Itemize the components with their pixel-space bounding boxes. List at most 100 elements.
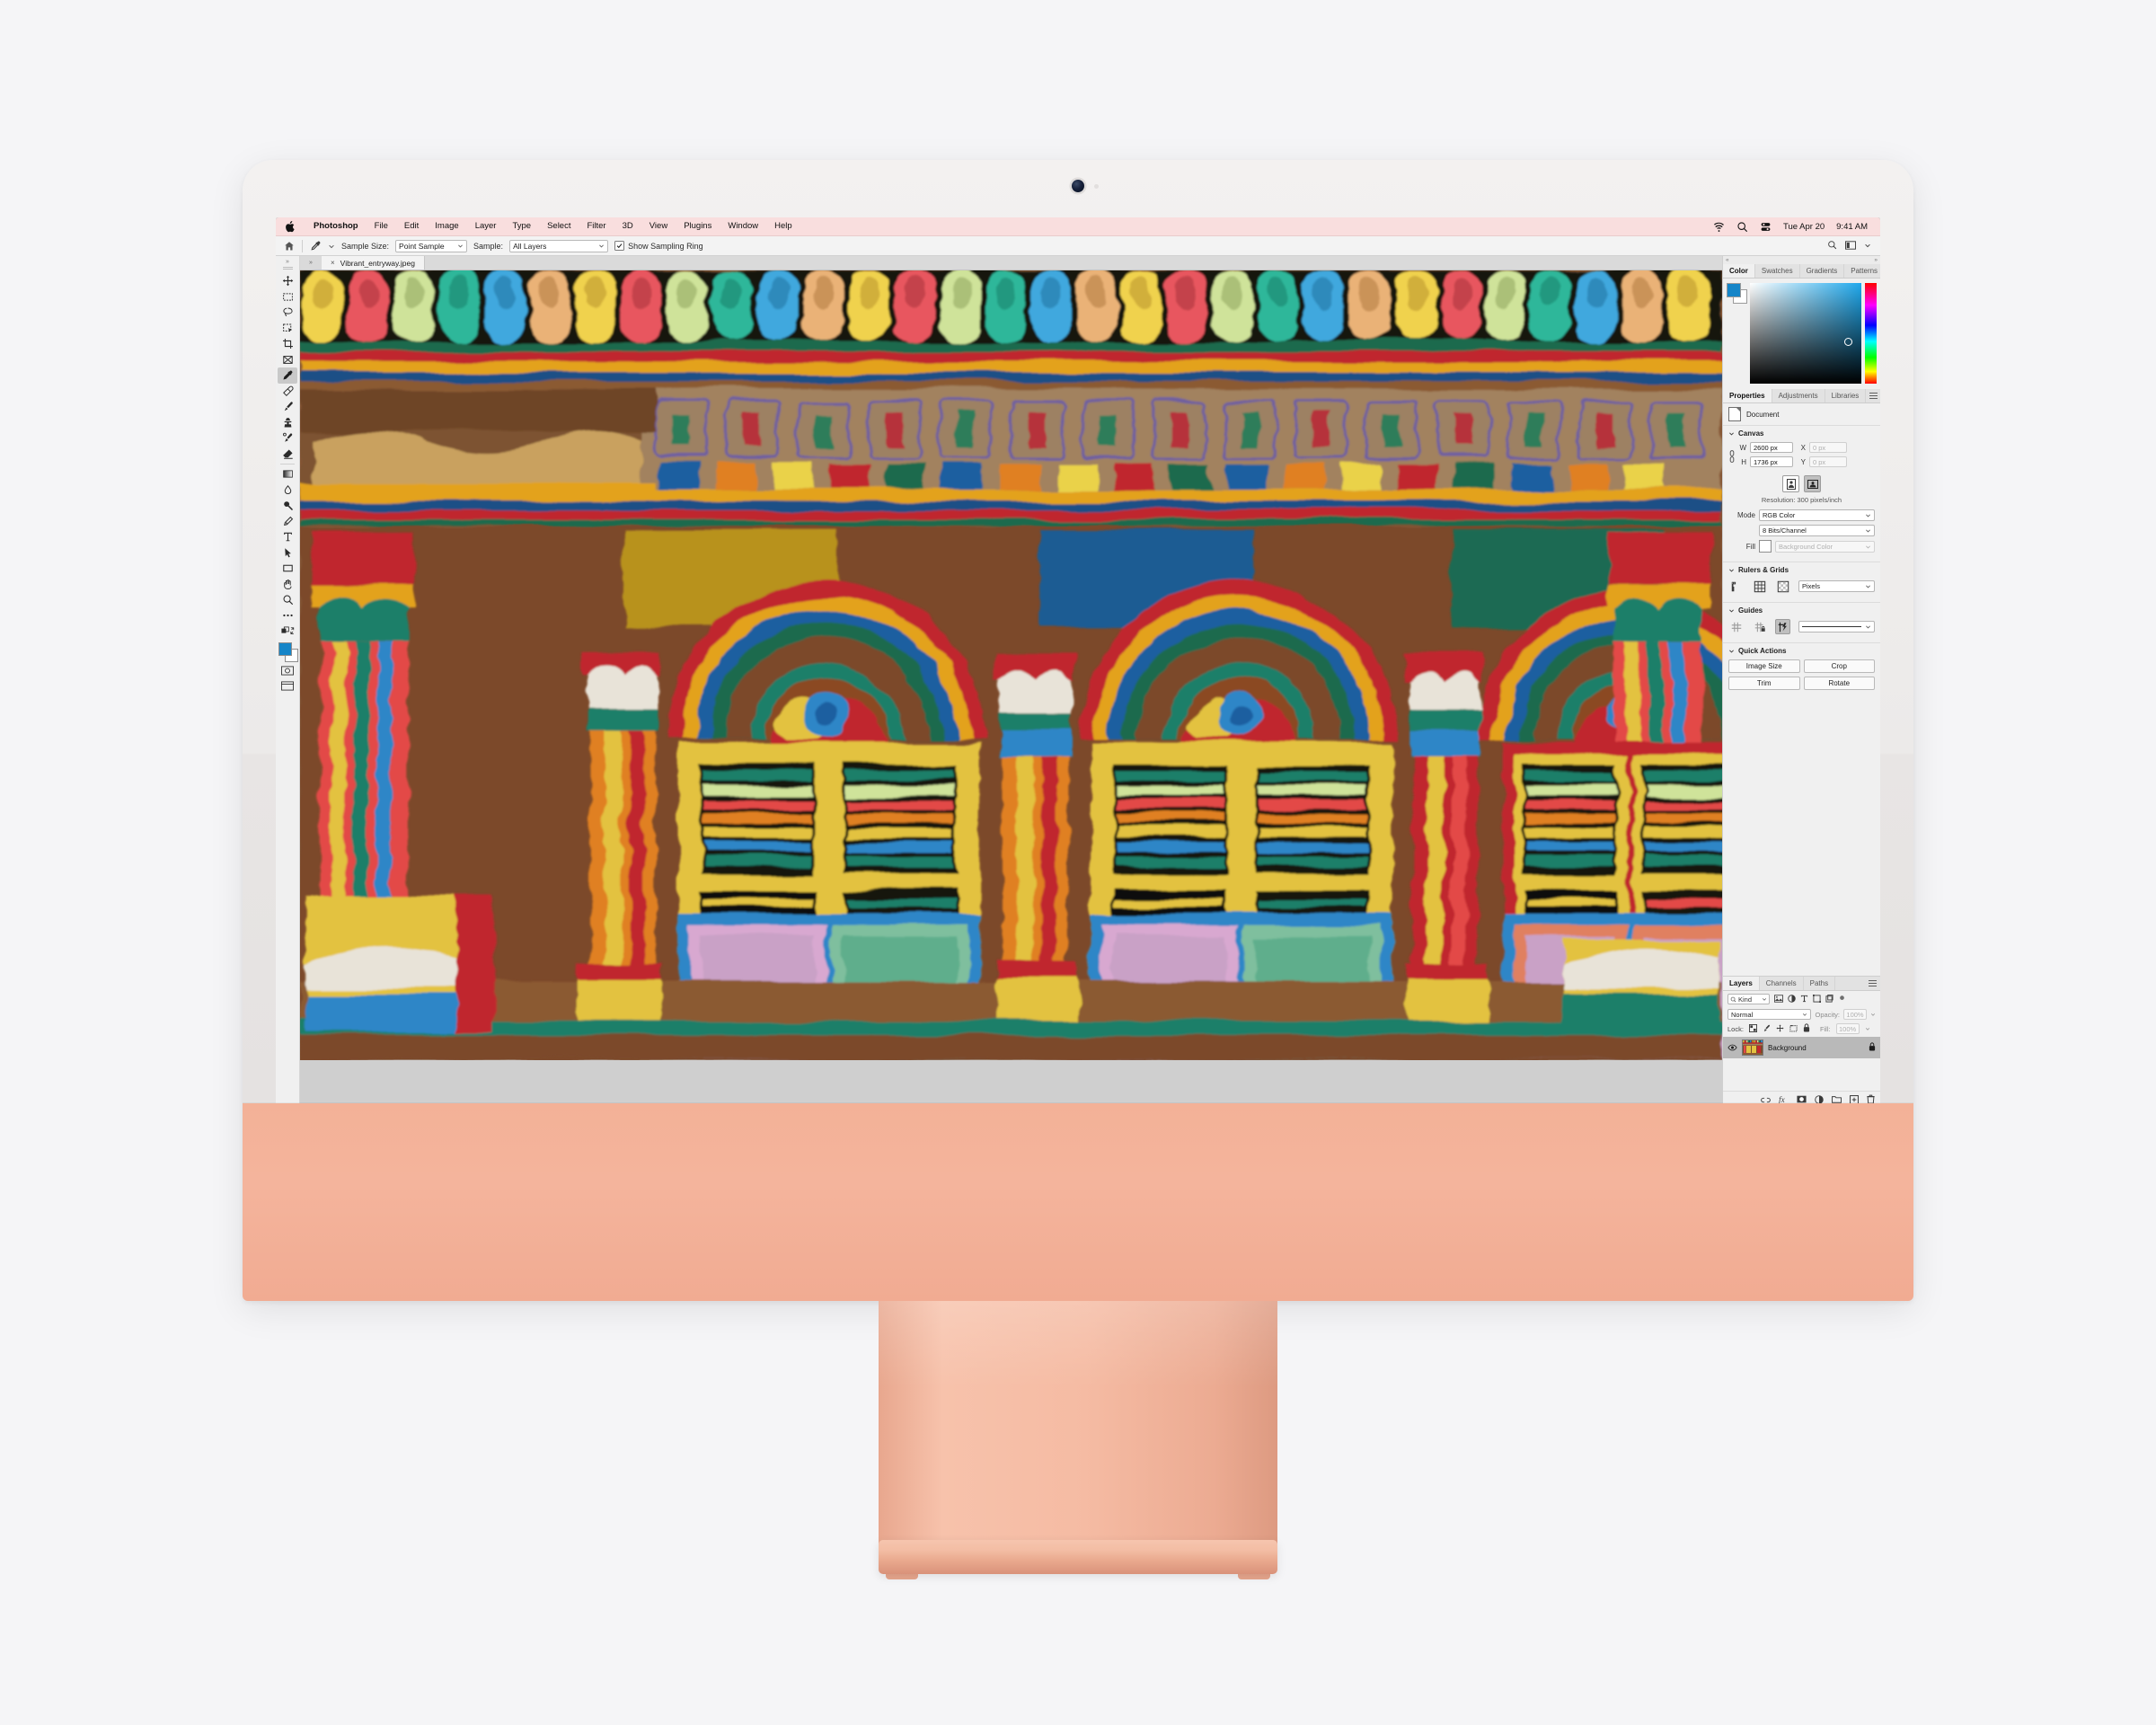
tab-patterns[interactable]: Patterns — [1844, 264, 1880, 278]
search-icon[interactable] — [1736, 221, 1748, 233]
show-guides-icon[interactable] — [1728, 619, 1744, 634]
opacity-input[interactable]: 100% — [1843, 1009, 1867, 1020]
lock-all-icon[interactable] — [1803, 1023, 1810, 1034]
home-icon[interactable] — [283, 240, 296, 252]
layer-row-background[interactable]: Background — [1723, 1037, 1880, 1058]
type-tool[interactable] — [278, 529, 297, 545]
tab-libraries[interactable]: Libraries — [1825, 389, 1867, 402]
sample-select[interactable]: All Layers — [509, 239, 609, 252]
menu-item-edit[interactable]: Edit — [396, 217, 427, 235]
filter-adjustment-icon[interactable] — [1788, 994, 1796, 1004]
canvas-section-header[interactable]: Canvas — [1728, 429, 1875, 438]
layer-filter-kind-select[interactable]: Kind — [1727, 994, 1770, 1004]
menu-item-file[interactable]: File — [367, 217, 396, 235]
link-chain-icon[interactable] — [1728, 449, 1736, 464]
tab-collapse-toggle[interactable]: » — [300, 256, 322, 270]
menu-item-view[interactable]: View — [641, 217, 676, 235]
bit-depth-select[interactable]: 8 Bits/Channel — [1759, 525, 1875, 536]
lasso-tool[interactable] — [278, 305, 297, 321]
canvas-width-input[interactable]: 2600 px — [1750, 442, 1793, 453]
dodge-tool[interactable] — [278, 498, 297, 514]
screen-mode-icon[interactable] — [278, 678, 297, 694]
healing-brush-tool[interactable] — [278, 384, 297, 400]
move-tool[interactable] — [278, 273, 297, 289]
portrait-orientation-icon[interactable] — [1782, 475, 1799, 492]
units-select[interactable]: Pixels — [1798, 580, 1875, 592]
panel-collapse-right-icon[interactable]: » — [1874, 257, 1878, 263]
eraser-tool[interactable] — [278, 447, 297, 463]
tool-preset-chevron-down-icon[interactable] — [328, 243, 335, 250]
color-mode-toggle[interactable] — [278, 624, 297, 640]
wifi-icon[interactable] — [1713, 221, 1725, 233]
path-selection-tool[interactable] — [278, 545, 297, 562]
transparency-grid-icon[interactable] — [1775, 579, 1790, 594]
menu-item-filter[interactable]: Filter — [579, 217, 614, 235]
filter-shape-icon[interactable] — [1813, 994, 1821, 1004]
rulers-icon[interactable] — [1728, 579, 1744, 594]
canvas-height-input[interactable]: 1736 px — [1750, 456, 1793, 467]
close-icon[interactable]: × — [331, 259, 335, 267]
filter-type-icon[interactable] — [1800, 995, 1808, 1004]
hue-slider[interactable] — [1865, 283, 1877, 384]
pen-tool[interactable] — [278, 514, 297, 530]
quick-actions-header[interactable]: Quick Actions — [1728, 647, 1875, 655]
show-sampling-ring-checkbox[interactable]: Show Sampling Ring — [614, 241, 703, 251]
color-panel-swatches[interactable] — [1727, 283, 1747, 304]
menu-item-help[interactable]: Help — [766, 217, 800, 235]
panel-menu-icon[interactable] — [1865, 977, 1880, 990]
tab-properties[interactable]: Properties — [1723, 389, 1772, 402]
image-canvas[interactable] — [300, 270, 1722, 1107]
object-selection-tool[interactable] — [278, 321, 297, 337]
fill-chevron-down-icon[interactable] — [1865, 1026, 1870, 1031]
control-center-icon[interactable] — [1760, 221, 1772, 233]
trim-button[interactable]: Trim — [1728, 677, 1800, 690]
color-picker-selector[interactable] — [1844, 338, 1852, 346]
menu-bar-date[interactable]: Tue Apr 20 — [1783, 222, 1825, 232]
guide-style-select[interactable] — [1798, 621, 1875, 632]
clone-stamp-tool[interactable] — [278, 415, 297, 431]
menu-item-layer[interactable]: Layer — [467, 217, 505, 235]
menu-item-plugins[interactable]: Plugins — [676, 217, 720, 235]
foreground-background-color-swatches[interactable] — [278, 641, 298, 662]
blur-tool[interactable] — [278, 482, 297, 499]
landscape-orientation-icon[interactable] — [1804, 475, 1821, 492]
panel-menu-icon[interactable] — [1866, 389, 1880, 402]
lock-image-pixels-icon[interactable] — [1763, 1024, 1771, 1034]
rectangle-tool[interactable] — [278, 561, 297, 577]
fill-input[interactable]: 100% — [1835, 1023, 1860, 1034]
lock-position-icon[interactable] — [1776, 1023, 1784, 1034]
document-tab[interactable]: × Vibrant_entryway.jpeg — [322, 256, 425, 270]
eyedropper-icon[interactable] — [309, 240, 322, 252]
canvas-x-input[interactable]: 0 px — [1809, 442, 1847, 453]
zoom-tool[interactable] — [278, 592, 297, 608]
rotate-button[interactable]: Rotate — [1803, 677, 1875, 690]
edit-toolbar-button[interactable] — [278, 608, 297, 624]
blend-mode-select[interactable]: Normal — [1727, 1009, 1812, 1020]
image-size-button[interactable]: Image Size — [1728, 659, 1800, 673]
lock-icon[interactable] — [1869, 1042, 1876, 1053]
gradient-tool[interactable] — [278, 466, 297, 482]
lock-guides-icon[interactable] — [1752, 619, 1767, 634]
menu-item-image[interactable]: Image — [427, 217, 466, 235]
brush-tool[interactable] — [278, 399, 297, 415]
panel-collapse-bar[interactable]: « » — [1723, 256, 1880, 264]
foreground-color-swatch[interactable] — [278, 641, 292, 656]
panel-collapse-left-icon[interactable]: « — [1726, 257, 1729, 263]
tab-swatches[interactable]: Swatches — [1755, 264, 1800, 278]
color-picker-field[interactable] — [1750, 283, 1861, 384]
tab-layers[interactable]: Layers — [1723, 977, 1760, 990]
workspace-icon[interactable] — [1845, 240, 1856, 252]
menu-item-window[interactable]: Window — [720, 217, 766, 235]
guides-header[interactable]: Guides — [1728, 606, 1875, 615]
apple-logo-icon[interactable] — [285, 220, 295, 233]
tab-gradients[interactable]: Gradients — [1800, 264, 1845, 278]
filter-image-icon[interactable] — [1774, 994, 1783, 1004]
crop-tool[interactable] — [278, 336, 297, 352]
marquee-tool[interactable] — [278, 289, 297, 305]
tab-paths[interactable]: Paths — [1804, 977, 1836, 990]
filter-toggle-icon[interactable] — [1838, 995, 1846, 1004]
menu-item-3d[interactable]: 3D — [614, 217, 641, 235]
history-brush-tool[interactable] — [278, 430, 297, 447]
menu-item-photoshop[interactable]: Photoshop — [305, 217, 367, 235]
crop-button[interactable]: Crop — [1803, 659, 1875, 673]
